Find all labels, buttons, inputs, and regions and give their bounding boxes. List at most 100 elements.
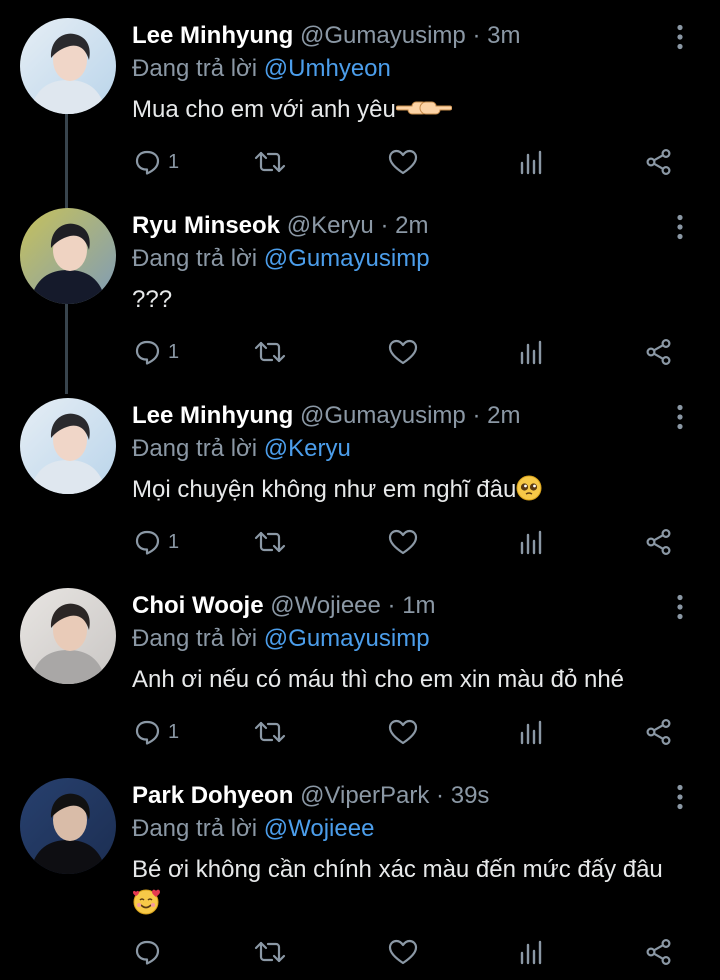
replying-to: Đang trả lời @Gumayusimp xyxy=(132,243,430,275)
reply-button[interactable]: 1 xyxy=(134,332,179,372)
tweet-header: Park Dohyeon @ViperPark · 39s xyxy=(132,780,489,812)
tweet-actions xyxy=(0,932,720,972)
timestamp[interactable]: 1m xyxy=(402,592,435,619)
tweet-header: Lee Minhyung @Gumayusimp · 3m xyxy=(132,20,520,52)
retweet-icon xyxy=(254,719,286,745)
avatar[interactable] xyxy=(20,18,116,114)
display-name[interactable]: Ryu Minseok xyxy=(132,212,280,239)
heart-icon xyxy=(388,528,418,556)
more-options-icon[interactable] xyxy=(670,784,690,810)
tweet-text-content: Mọi chuyện không như em nghĩ đâu xyxy=(132,476,517,503)
replying-to-label: Đang trả lời xyxy=(132,435,258,462)
timestamp[interactable]: 3m xyxy=(487,22,520,49)
retweet-button[interactable] xyxy=(254,522,286,562)
like-button[interactable] xyxy=(388,712,418,752)
display-name[interactable]: Lee Minhyung xyxy=(132,402,293,429)
tweet-actions: 1 xyxy=(0,522,720,562)
separator-dot: · xyxy=(436,782,445,809)
reply-to-handle[interactable]: @Gumayusimp xyxy=(264,245,430,272)
separator-dot: · xyxy=(472,402,481,429)
tweet-actions: 1 xyxy=(0,142,720,182)
view-stats-button[interactable] xyxy=(518,712,544,752)
heart-icon xyxy=(388,718,418,746)
avatar[interactable] xyxy=(20,398,116,494)
heart-icon xyxy=(388,338,418,366)
timestamp[interactable]: 2m xyxy=(487,402,520,429)
display-name[interactable]: Choi Wooje xyxy=(132,592,264,619)
tweet-text: Mua cho em với anh yêu xyxy=(132,93,692,131)
avatar[interactable] xyxy=(20,778,116,874)
reply-icon xyxy=(134,148,162,176)
reply-to-handle[interactable]: @Wojieee xyxy=(264,815,375,842)
reply-button[interactable]: 1 xyxy=(134,522,179,562)
bar-chart-icon xyxy=(518,939,544,965)
tweet-text: Anh ơi nếu có máu thì cho em xin màu đỏ … xyxy=(132,663,692,697)
reply-icon xyxy=(134,938,162,966)
like-button[interactable] xyxy=(388,332,418,372)
retweet-button[interactable] xyxy=(254,712,286,752)
reply-count: 1 xyxy=(168,340,180,363)
reply-to-handle[interactable]: @Keryu xyxy=(264,435,351,462)
tweet-text: ??? xyxy=(132,283,692,317)
timestamp[interactable]: 39s xyxy=(451,782,490,809)
more-options-icon[interactable] xyxy=(670,214,690,240)
separator-dot: · xyxy=(380,212,389,239)
heart-icon xyxy=(388,148,418,176)
tweet-text-content: Bé ơi không cần chính xác màu đến mức đấ… xyxy=(132,856,663,883)
retweet-button[interactable] xyxy=(254,332,286,372)
avatar[interactable] xyxy=(20,588,116,684)
replying-to: Đang trả lời @Wojieee xyxy=(132,813,374,845)
avatar[interactable] xyxy=(20,208,116,304)
like-button[interactable] xyxy=(388,522,418,562)
retweet-button[interactable] xyxy=(254,142,286,182)
bar-chart-icon xyxy=(518,149,544,175)
share-icon xyxy=(645,938,673,966)
more-options-icon[interactable] xyxy=(670,594,690,620)
user-handle[interactable]: @Keryu xyxy=(287,212,374,239)
share-button[interactable] xyxy=(645,932,673,972)
reply-to-handle[interactable]: @Gumayusimp xyxy=(264,625,430,652)
user-handle[interactable]: @ViperPark xyxy=(300,782,429,809)
tweet-header: Lee Minhyung @Gumayusimp · 2m xyxy=(132,400,520,432)
reply-feed: Lee Minhyung @Gumayusimp · 3m Đang trả l… xyxy=(0,0,720,980)
replying-to-label: Đang trả lời xyxy=(132,55,258,82)
reply-icon xyxy=(134,718,162,746)
share-button[interactable] xyxy=(645,332,673,372)
like-button[interactable] xyxy=(388,142,418,182)
user-handle[interactable]: @Gumayusimp xyxy=(300,402,466,429)
view-stats-button[interactable] xyxy=(518,932,544,972)
separator-dot: · xyxy=(387,592,396,619)
like-button[interactable] xyxy=(388,932,418,972)
display-name[interactable]: Park Dohyeon xyxy=(132,782,293,809)
replying-to: Đang trả lời @Keryu xyxy=(132,433,351,465)
reply-count: 1 xyxy=(168,530,180,553)
tweet-text-content: ??? xyxy=(132,286,173,313)
view-stats-button[interactable] xyxy=(518,142,544,182)
tweet-text-content: Anh ơi nếu có máu thì cho em xin màu đỏ … xyxy=(132,666,625,693)
replying-to-label: Đang trả lời xyxy=(132,625,258,652)
user-handle[interactable]: @Gumayusimp xyxy=(300,22,466,49)
reply-button[interactable] xyxy=(134,932,168,972)
view-stats-button[interactable] xyxy=(518,332,544,372)
reply-button[interactable]: 1 xyxy=(134,712,179,752)
timestamp[interactable]: 2m xyxy=(395,212,428,239)
smiling-hearts-emoji xyxy=(132,887,162,925)
reply-count: 1 xyxy=(168,720,180,743)
more-options-icon[interactable] xyxy=(670,24,690,50)
share-icon xyxy=(645,528,673,556)
share-button[interactable] xyxy=(645,142,673,182)
retweet-button[interactable] xyxy=(254,932,286,972)
more-options-icon[interactable] xyxy=(670,404,690,430)
display-name[interactable]: Lee Minhyung xyxy=(132,22,293,49)
tweet-text-content: Mua cho em với anh yêu xyxy=(132,96,396,123)
reply-icon xyxy=(134,528,162,556)
user-handle[interactable]: @Wojieee xyxy=(270,592,381,619)
reply-button[interactable]: 1 xyxy=(134,142,179,182)
share-button[interactable] xyxy=(645,712,673,752)
share-button[interactable] xyxy=(645,522,673,562)
reply-to-handle[interactable]: @Umhyeon xyxy=(264,55,391,82)
tweet-text: Bé ơi không cần chính xác màu đến mức đấ… xyxy=(132,853,692,925)
tweet-actions: 1 xyxy=(0,332,720,372)
tweet-actions: 1 xyxy=(0,712,720,752)
view-stats-button[interactable] xyxy=(518,522,544,562)
